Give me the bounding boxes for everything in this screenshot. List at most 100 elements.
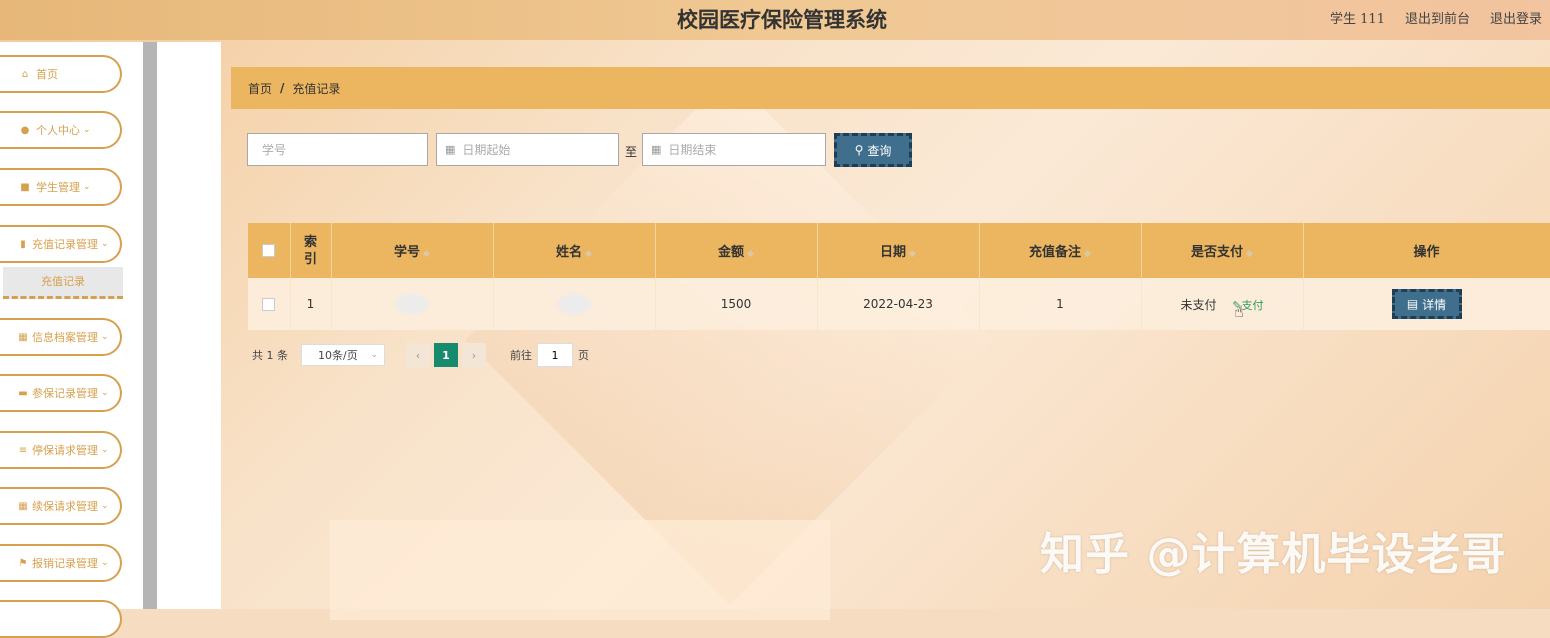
cell-action: ▤ 详情	[1303, 278, 1550, 330]
table-row: 1 1500 2022-04-23 1 未支付 ✎支付 ▤ 详情	[248, 278, 1550, 330]
column-header-label: 充值备注	[1029, 245, 1082, 260]
document-icon: ▤	[1406, 297, 1419, 311]
watermark: 知乎 @计算机毕设老哥	[1040, 529, 1507, 580]
sidebar-item-label: 充值记录管理	[32, 238, 98, 251]
cell-student-no	[331, 278, 494, 330]
date-end-input[interactable]	[666, 141, 825, 158]
sidebar-item-label: 学生管理	[36, 181, 80, 194]
grid-icon: ▦	[18, 500, 28, 512]
date-range-separator: 至	[625, 145, 638, 159]
sidebar-item-home[interactable]: ⌂ 首页	[0, 55, 122, 93]
back-to-front-link[interactable]: 退出到前台	[1405, 8, 1470, 27]
grid-icon: ▦	[18, 331, 28, 343]
pagination: 共 1 条 10条/页 ⌄ ‹ 1 › 前往 页	[252, 343, 589, 367]
breadcrumb: 首页 / 充值记录	[231, 67, 1550, 109]
prev-page-button[interactable]: ‹	[406, 343, 430, 367]
sidebar-item-label: 参保记录管理	[32, 387, 98, 400]
pagination-total: 共 1 条	[252, 349, 288, 362]
sort-icon[interactable]: ◆	[423, 249, 430, 259]
goto-label: 前往	[510, 349, 532, 362]
column-header-index: 索引	[290, 223, 332, 278]
column-header-label: 日期	[880, 245, 907, 260]
page-size-select[interactable]: 10条/页 ⌄	[301, 344, 385, 366]
column-header-label: 索引	[303, 234, 317, 267]
chevron-right-icon: ›	[471, 348, 477, 362]
cell-date: 2022-04-23	[817, 278, 980, 330]
sidebar-scrollbar[interactable]	[143, 42, 157, 609]
select-all-header	[248, 223, 291, 278]
column-header-name[interactable]: 姓名 ◆	[493, 223, 656, 278]
sidebar-item-info-archive[interactable]: ▦ 信息档案管理 ⌄	[0, 318, 122, 356]
top-bar	[0, 0, 1550, 40]
column-header-date[interactable]: 日期 ◆	[817, 223, 980, 278]
calendar-icon: ▦	[445, 143, 456, 156]
sidebar-item-suspend-requests[interactable]: ≡ 停保请求管理 ⌄	[0, 431, 122, 469]
row-select-cell	[248, 278, 291, 330]
sidebar-subitem-recharge-records[interactable]: 充值记录	[3, 267, 123, 299]
cell-index: 1	[290, 278, 332, 330]
sidebar-item-label: 停保请求管理	[32, 444, 98, 457]
breadcrumb-current: 充值记录	[292, 81, 341, 96]
row-checkbox[interactable]	[262, 298, 276, 311]
search-icon: ⚲	[854, 143, 864, 157]
column-header-student-no[interactable]: 学号 ◆	[331, 223, 494, 278]
sort-icon[interactable]: ◆	[1246, 249, 1253, 259]
chevron-left-icon: ‹	[415, 348, 421, 362]
sidebar-item-partial[interactable]	[0, 600, 122, 638]
date-start-input[interactable]	[460, 141, 618, 158]
sidebar-item-recharge-management[interactable]: ▮ 充值记录管理 ⌄	[0, 225, 122, 263]
detail-button-label: 详情	[1422, 297, 1447, 312]
next-page-button[interactable]: ›	[462, 343, 486, 367]
list-icon: ≡	[18, 444, 28, 456]
sidebar-item-reimbursement-records[interactable]: ⚑ 报销记录管理 ⌄	[0, 544, 122, 582]
date-start-field[interactable]: ▦	[436, 133, 619, 166]
background-decoration-box	[330, 520, 830, 620]
chevron-down-icon: ⌄	[101, 501, 109, 511]
column-header-remark[interactable]: 充值备注 ◆	[979, 223, 1142, 278]
column-header-amount[interactable]: 金额 ◆	[655, 223, 818, 278]
chevron-down-icon: ⌄	[83, 182, 91, 192]
sort-icon[interactable]: ◆	[585, 249, 592, 259]
sort-icon[interactable]: ◆	[909, 249, 916, 259]
paid-status: 未支付	[1180, 297, 1217, 312]
chevron-down-icon: ⌄	[370, 350, 378, 360]
sidebar-item-label: 信息档案管理	[32, 331, 98, 344]
column-header-paid[interactable]: 是否支付 ◆	[1141, 223, 1304, 278]
logout-link[interactable]: 退出登录	[1490, 8, 1542, 27]
recharge-records-table: 索引 学号 ◆ 姓名 ◆ 金额 ◆ 日期 ◆ 充值备注 ◆ 是否支付 ◆ 操作 1 1500…	[248, 223, 1550, 330]
cell-paid: 未支付 ✎支付	[1141, 278, 1304, 330]
chevron-down-icon: ⌄	[101, 239, 109, 249]
pay-button-label: 支付	[1241, 298, 1264, 312]
page-size-value: 10条/页	[318, 349, 358, 362]
detail-button[interactable]: ▤ 详情	[1391, 289, 1462, 319]
sidebar-item-label: 报销记录管理	[32, 557, 98, 570]
header-actions: 学生 111 退出到前台 退出登录	[1330, 8, 1542, 27]
sidebar-item-insurance-records[interactable]: ▬ 参保记录管理 ⌄	[0, 374, 122, 412]
sort-icon[interactable]: ◆	[1084, 249, 1091, 259]
briefcase-icon: ■	[20, 181, 30, 193]
search-button-label: 查询	[867, 143, 892, 158]
student-no-input[interactable]	[260, 141, 427, 158]
page-number-button[interactable]: 1	[434, 343, 458, 367]
home-icon: ⌂	[21, 68, 29, 80]
column-header-action: 操作	[1303, 223, 1550, 278]
file-icon: ▮	[20, 238, 26, 250]
sidebar-item-label: 个人中心	[36, 124, 80, 137]
column-header-label: 操作	[1413, 245, 1440, 260]
sidebar-item-student-management[interactable]: ■ 学生管理 ⌄	[0, 168, 122, 206]
goto-page-input[interactable]	[537, 343, 573, 367]
sidebar-item-renewal-requests[interactable]: ▦ 续保请求管理 ⌄	[0, 487, 122, 525]
sidebar-item-personal-center[interactable]: ● 个人中心 ⌄	[0, 111, 122, 149]
chevron-down-icon: ⌄	[83, 125, 91, 135]
search-button[interactable]: ⚲ 查询	[834, 133, 912, 167]
breadcrumb-home[interactable]: 首页	[248, 80, 272, 97]
select-all-checkbox[interactable]	[262, 244, 276, 257]
content-gutter	[157, 42, 221, 609]
redacted-name	[557, 294, 591, 314]
chevron-down-icon: ⌄	[101, 388, 109, 398]
sort-icon[interactable]: ◆	[747, 249, 754, 259]
column-header-label: 学号	[394, 245, 421, 260]
date-end-field[interactable]: ▦	[642, 133, 826, 166]
hand-cursor-icon: ☝	[1234, 302, 1244, 321]
student-no-search-field[interactable]	[247, 133, 428, 166]
